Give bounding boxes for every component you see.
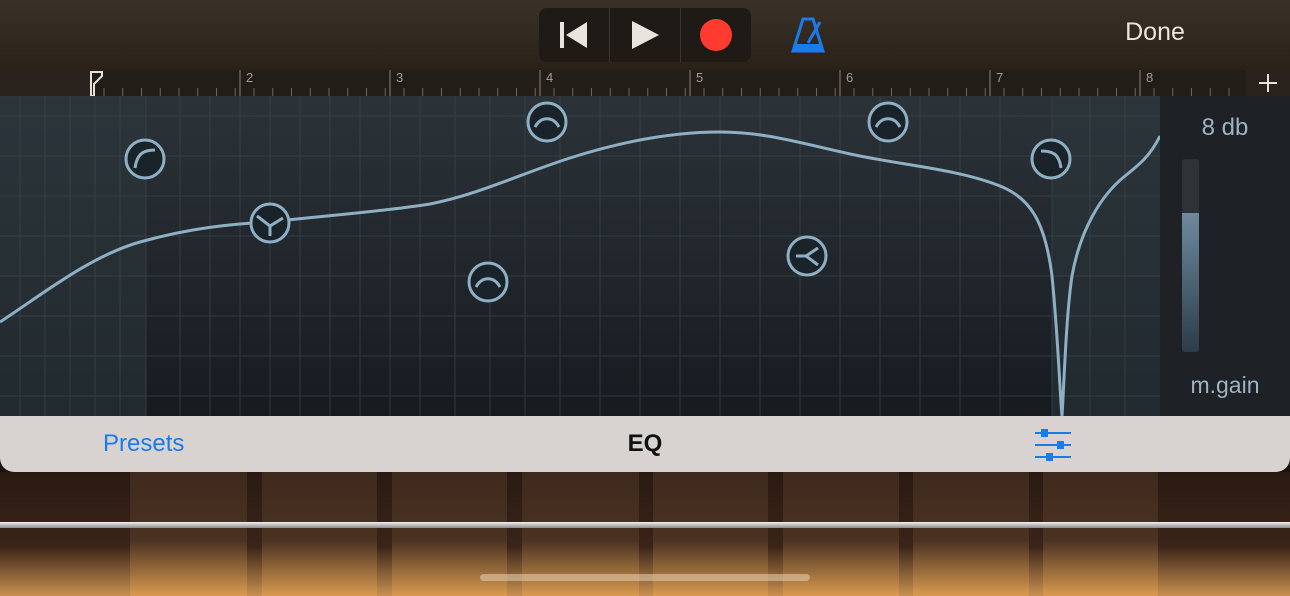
record-icon <box>700 19 732 51</box>
rewind-button[interactable] <box>539 8 610 62</box>
peak-band-1-handle[interactable] <box>467 261 509 303</box>
peak-band-4-handle[interactable] <box>867 101 909 143</box>
bar-number-label: 6 <box>846 70 853 85</box>
low-cut-handle[interactable] <box>124 138 166 180</box>
presets-button[interactable]: Presets <box>103 430 184 458</box>
bar-number-label: 5 <box>696 70 703 85</box>
play-icon <box>632 21 659 49</box>
timeline-ruler[interactable]: 2 3 4 5 6 7 8 <box>90 70 1246 96</box>
fret-space[interactable] <box>262 472 377 596</box>
eq-graph[interactable] <box>0 96 1160 416</box>
bar-number-label: 3 <box>396 70 403 85</box>
gain-value: 8 db <box>1201 114 1249 141</box>
metronome-icon <box>790 17 826 53</box>
record-button[interactable] <box>681 8 751 62</box>
bar-number-label: 4 <box>546 70 553 85</box>
add-section-button[interactable] <box>1246 70 1290 96</box>
ruler-header <box>0 70 90 96</box>
eq-curve <box>0 130 1160 416</box>
transport-controls <box>539 8 751 62</box>
low-shelf-handle[interactable] <box>249 202 291 244</box>
peak-band-3-handle[interactable] <box>786 235 828 277</box>
bar-number-label: 7 <box>996 70 1003 85</box>
eq-settings-button[interactable] <box>1034 428 1072 462</box>
peak-band-2-handle[interactable] <box>526 101 568 143</box>
bar-number-label: 2 <box>246 70 253 85</box>
gain-meter[interactable] <box>1182 159 1199 352</box>
master-gain-panel: 8 db m.gain <box>1160 96 1290 416</box>
top-toolbar: Done <box>0 0 1290 70</box>
fret-space[interactable] <box>1043 472 1158 596</box>
bar-number-label: 8 <box>1146 70 1153 85</box>
home-indicator[interactable] <box>480 574 810 581</box>
fret-space[interactable] <box>913 472 1029 596</box>
eq-title: EQ <box>627 430 663 457</box>
gain-label: m.gain <box>1190 372 1260 398</box>
rewind-icon <box>560 22 587 48</box>
metronome-button[interactable] <box>790 16 826 54</box>
instrument-string[interactable] <box>0 522 1290 528</box>
eq-panel: 8 db m.gain Presets EQ <box>0 96 1290 472</box>
eq-bottom-bar: Presets EQ <box>0 416 1290 472</box>
fret-space[interactable] <box>130 472 247 596</box>
high-cut-handle[interactable] <box>1030 138 1072 180</box>
play-button[interactable] <box>610 8 681 62</box>
gain-meter-fill <box>1182 213 1199 352</box>
playhead-marker[interactable] <box>90 71 103 96</box>
done-button[interactable]: Done <box>1110 18 1200 47</box>
plus-icon <box>1259 74 1277 92</box>
sliders-icon <box>1035 429 1071 461</box>
